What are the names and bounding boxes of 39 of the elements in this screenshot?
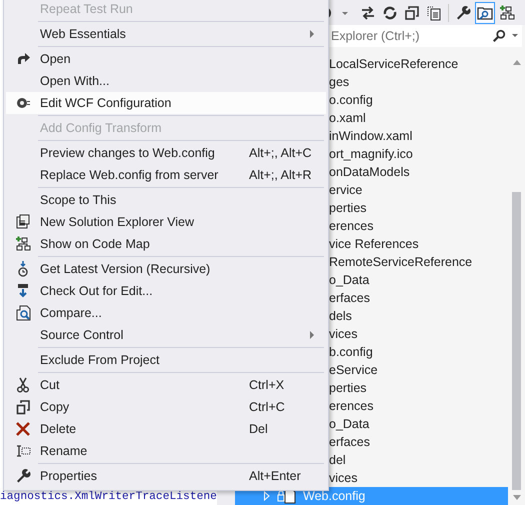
search-icon[interactable]	[492, 29, 506, 44]
scroll-down-arrow-icon[interactable]	[512, 495, 520, 500]
menu-item[interactable]: New Solution Explorer View	[6, 211, 326, 233]
expand-arrow-icon[interactable]	[263, 491, 271, 501]
menu-item[interactable]: Edit WCF Configuration	[6, 92, 326, 114]
rename-icon	[15, 443, 31, 459]
submenu-arrow-icon	[310, 30, 314, 38]
menu-item[interactable]: Open	[6, 48, 326, 70]
document-magnifier-icon	[15, 305, 31, 321]
menu-item[interactable]: Copy Ctrl+C	[6, 396, 326, 418]
delete-icon	[15, 421, 31, 437]
menu-item[interactable]: Scope to This	[6, 189, 326, 211]
menu-item[interactable]: Properties Alt+Enter	[6, 465, 326, 487]
menu-item[interactable]: Exclude From Project	[6, 349, 326, 371]
menu-item[interactable]: Compare...	[6, 302, 326, 324]
menu-item[interactable]: Cut Ctrl+X	[6, 374, 326, 396]
window-list-icon	[15, 214, 31, 230]
submenu-arrow-icon	[310, 331, 314, 339]
scrollbar-thumb[interactable]	[512, 192, 521, 490]
menu-item[interactable]: Replace Web.config from server Alt+;, Alt+R	[6, 164, 326, 186]
folder-search-icon[interactable]	[475, 2, 495, 24]
menu-item[interactable]: Get Latest Version (Recursive)	[6, 258, 326, 280]
gear-icon	[15, 95, 31, 111]
dropdown-caret-icon[interactable]	[512, 34, 518, 38]
download-arrow-icon	[15, 283, 31, 299]
menu-item[interactable]: Preview changes to Web.config Alt+;, Alt+C	[6, 142, 326, 164]
menu-item[interactable]: Rename	[6, 440, 326, 462]
scroll-up-arrow-icon[interactable]	[512, 60, 520, 65]
redo-arrow-icon	[15, 51, 31, 67]
menu-item[interactable]: Source Control	[6, 324, 326, 346]
wrench-icon	[15, 468, 31, 484]
diagram-icon	[15, 236, 31, 252]
code-line: iagnostics.XmlWriterTraceListene	[0, 491, 217, 504]
menu-item[interactable]: Delete Del	[6, 418, 326, 440]
menu-item[interactable]: Open With...	[6, 70, 326, 92]
menu-item[interactable]: Check Out for Edit...	[6, 280, 326, 302]
copy-icon	[15, 399, 31, 415]
menu-item[interactable]: Show on Code Map	[6, 233, 326, 255]
scissors-icon	[15, 377, 31, 393]
